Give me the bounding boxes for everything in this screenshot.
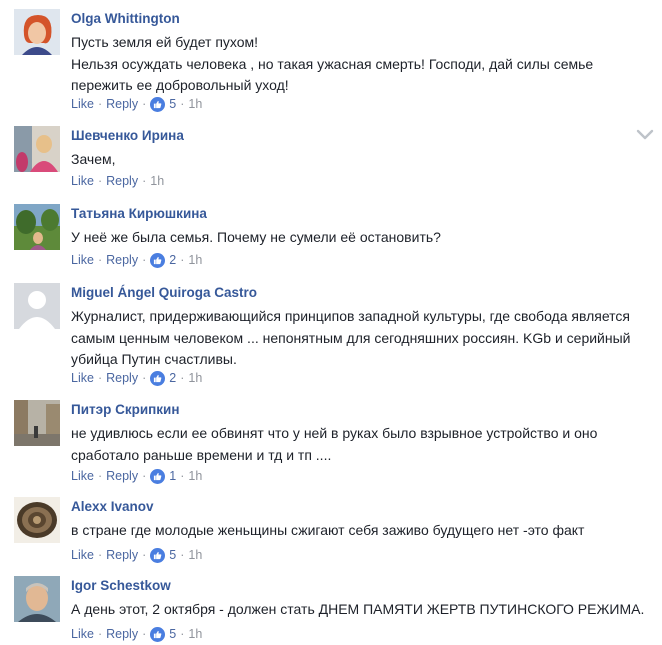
- timestamp[interactable]: 1h: [188, 469, 202, 483]
- reply-link[interactable]: Reply: [106, 469, 138, 483]
- comment-text: Журналист, придерживающийся принципов за…: [71, 308, 631, 367]
- like-thumb-icon: [150, 626, 166, 642]
- reply-link[interactable]: Reply: [106, 371, 138, 385]
- comment-text: А день этот, 2 октября - должен стать ДН…: [71, 601, 645, 617]
- comment-text: в стране где молодые женьщины сжигают се…: [71, 522, 585, 538]
- timestamp[interactable]: 1h: [188, 548, 202, 562]
- timestamp[interactable]: 1h: [188, 627, 202, 641]
- like-thumb-icon: [150, 370, 166, 386]
- reply-link[interactable]: Reply: [106, 627, 138, 641]
- reply-link[interactable]: Reply: [106, 548, 138, 562]
- avatar[interactable]: [14, 283, 60, 329]
- like-link[interactable]: Like: [71, 97, 94, 111]
- like-thumb-icon: [150, 547, 166, 563]
- timestamp[interactable]: 1h: [188, 253, 202, 267]
- like-link[interactable]: Like: [71, 253, 94, 267]
- comment-author[interactable]: Alexx Ivanov: [71, 499, 154, 514]
- reaction-count[interactable]: 2: [150, 370, 176, 386]
- comment-author[interactable]: Питэр Скрипкин: [71, 402, 179, 417]
- like-thumb-icon: [150, 468, 166, 484]
- chevron-down-icon[interactable]: [636, 128, 654, 140]
- comment-actions: Like · Reply · 2 · 1h: [71, 252, 203, 268]
- like-thumb-icon: [150, 96, 166, 112]
- comment-actions: Like · Reply · 5 · 1h: [71, 96, 203, 112]
- comment-actions: Like · Reply · 2 · 1h: [71, 370, 203, 386]
- comment-actions: Like · Reply · 1h: [71, 174, 165, 188]
- like-link[interactable]: Like: [71, 174, 94, 188]
- comment-author[interactable]: Шевченко Ирина: [71, 128, 184, 143]
- like-link[interactable]: Like: [71, 469, 94, 483]
- comment-actions: Like · Reply · 5 · 1h: [71, 626, 203, 642]
- timestamp[interactable]: 1h: [150, 174, 164, 188]
- comment-actions: Like · Reply · 5 · 1h: [71, 547, 203, 563]
- reply-link[interactable]: Reply: [106, 97, 138, 111]
- like-link[interactable]: Like: [71, 627, 94, 641]
- avatar[interactable]: [14, 9, 60, 55]
- comment-actions: Like · Reply · 1 · 1h: [71, 468, 203, 484]
- comment-text: не удивлюсь если ее обвинят что у ней в …: [71, 425, 598, 463]
- like-link[interactable]: Like: [71, 371, 94, 385]
- reaction-count[interactable]: 5: [150, 96, 176, 112]
- avatar[interactable]: [14, 204, 60, 250]
- avatar[interactable]: [14, 400, 60, 446]
- reaction-count[interactable]: 5: [150, 547, 176, 563]
- reaction-count[interactable]: 1: [150, 468, 176, 484]
- comment-text: У неё же была семья. Почему не сумели её…: [71, 229, 441, 245]
- reply-link[interactable]: Reply: [106, 253, 138, 267]
- comment-text: Зачем,: [71, 151, 116, 167]
- comment-author[interactable]: Татьяна Кирюшкина: [71, 206, 207, 221]
- comment-text: Пусть земля ей будет пухом! Нельзя осужд…: [71, 34, 594, 93]
- reaction-count[interactable]: 5: [150, 626, 176, 642]
- avatar[interactable]: [14, 497, 60, 543]
- reply-link[interactable]: Reply: [106, 174, 138, 188]
- reaction-count[interactable]: 2: [150, 252, 176, 268]
- comment-author[interactable]: Igor Schestkow: [71, 578, 171, 593]
- like-link[interactable]: Like: [71, 548, 94, 562]
- comment-author[interactable]: Olga Whittington: [71, 11, 180, 26]
- comment-author[interactable]: Miguel Ángel Quiroga Castro: [71, 285, 257, 300]
- avatar[interactable]: [14, 576, 60, 622]
- like-thumb-icon: [150, 252, 166, 268]
- avatar[interactable]: [14, 126, 60, 172]
- comments-list: Olga Whittington Пусть земля ей будет пу…: [0, 0, 662, 645]
- timestamp[interactable]: 1h: [188, 371, 202, 385]
- timestamp[interactable]: 1h: [188, 97, 202, 111]
